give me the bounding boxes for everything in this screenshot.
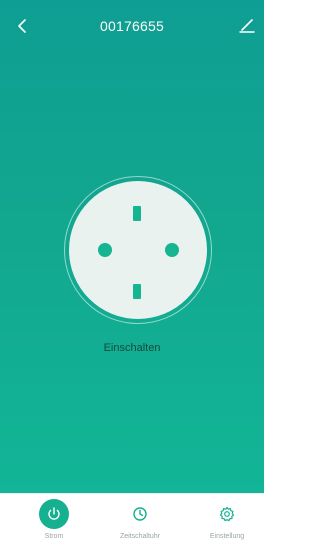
page-title: 00176655 — [100, 18, 164, 34]
header-bar: 00176655 — [0, 0, 264, 56]
bottom-tab-bar: Strom Zeitschaltuhr Einstellung — [0, 493, 264, 540]
power-status-label: Einschalten — [103, 342, 161, 354]
power-icon — [39, 499, 69, 529]
clock-icon — [131, 505, 149, 523]
tab-zeitschaltuhr[interactable]: Zeitschaltuhr — [96, 494, 184, 540]
tab-strom[interactable]: Strom — [10, 494, 98, 540]
socket-pin-top — [133, 206, 141, 221]
gear-icon — [218, 505, 236, 523]
socket-hole-left — [98, 243, 112, 257]
tab-einstellung[interactable]: Einstellung — [183, 494, 271, 540]
socket-icon — [69, 181, 207, 319]
power-socket-toggle[interactable] — [64, 176, 212, 324]
socket-hole-right — [165, 243, 179, 257]
pencil-icon — [239, 19, 255, 33]
main-screen: 00176655 Einschalten — [0, 0, 264, 493]
edit-button[interactable] — [236, 14, 258, 36]
socket-pin-bottom — [133, 284, 141, 299]
